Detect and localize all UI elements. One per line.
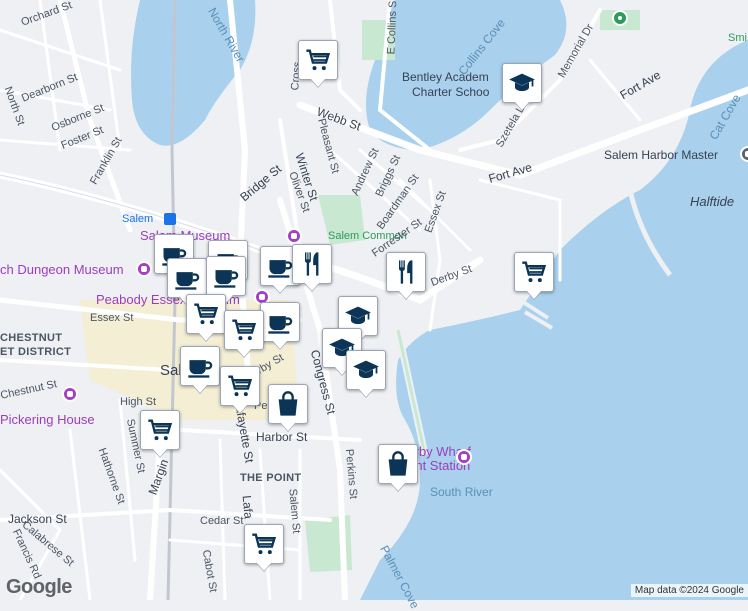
chestnut-district-label-2: ET DISTRICT — [0, 346, 72, 358]
pin-cafe[interactable] — [260, 302, 300, 342]
fork-knife-icon — [392, 258, 420, 286]
halftide-label: Halftide — [690, 194, 735, 209]
bentley-label-2: Charter Schoo — [412, 85, 490, 99]
pin-grocery[interactable] — [514, 252, 554, 292]
pin-cafe[interactable] — [206, 256, 246, 296]
graduation-cap-icon — [344, 302, 372, 330]
shopping-cart-icon — [192, 300, 220, 328]
pin-grocery[interactable] — [220, 366, 260, 406]
pin-cafe[interactable] — [180, 346, 220, 386]
coffee-cup-icon — [173, 264, 201, 292]
pin-shopping[interactable] — [378, 444, 418, 484]
shopping-cart-icon — [146, 416, 174, 444]
pin-shopping[interactable] — [268, 384, 308, 424]
museum-marker-icon[interactable] — [136, 261, 152, 277]
street-lafa: Lafa — [239, 494, 256, 520]
the-point-label: THE POINT — [240, 472, 302, 484]
salem-station-label: Salem — [122, 213, 154, 225]
pin-grocery[interactable] — [244, 524, 284, 564]
pin-restaurant[interactable] — [386, 252, 426, 292]
coffee-cup-icon — [266, 252, 294, 280]
pin-cafe[interactable] — [167, 258, 207, 298]
fork-knife-icon — [298, 250, 326, 278]
google-logo: Google — [6, 576, 72, 598]
street-high: High St — [120, 396, 157, 408]
shopping-cart-icon — [230, 316, 258, 344]
street-essex-west: Essex St — [90, 312, 134, 324]
shopping-cart-icon — [520, 258, 548, 286]
smi-label: Smi — [728, 32, 747, 44]
museum-marker-icon[interactable] — [456, 449, 472, 465]
pin-grocery[interactable] — [298, 40, 338, 80]
pin-grocery[interactable] — [140, 410, 180, 450]
museum-marker-icon[interactable] — [62, 386, 78, 402]
south-river-label: South River — [430, 485, 493, 499]
shopping-cart-icon — [250, 530, 278, 558]
harbor-master-label: Salem Harbor Master — [604, 148, 719, 162]
pin-restaurant[interactable] — [292, 244, 332, 284]
chestnut-district-label-1: CHESTNUT — [0, 332, 63, 344]
pin-grocery[interactable] — [186, 294, 226, 334]
coffee-cup-icon — [266, 308, 294, 336]
graduation-cap-icon — [352, 356, 380, 384]
pin-school[interactable] — [502, 63, 542, 103]
shopping-cart-icon — [304, 46, 332, 74]
street-e-collins: E Collins St — [385, 0, 400, 55]
coffee-cup-icon — [186, 352, 214, 380]
pin-grocery[interactable] — [224, 310, 264, 350]
street-jackson: Jackson St — [8, 512, 67, 526]
dungeon-museum-label: ch Dungeon Museum — [0, 262, 124, 277]
museum-marker-icon[interactable] — [286, 228, 302, 244]
coffee-cup-icon — [212, 262, 240, 290]
park-marker-icon[interactable] — [612, 10, 628, 26]
graduation-cap-icon — [508, 69, 536, 97]
street-cedar: Cedar St — [200, 515, 244, 527]
street-harbor: Harbor St — [256, 430, 308, 444]
pin-school[interactable] — [346, 350, 386, 390]
bentley-label-1: Bentley Academ — [402, 70, 489, 84]
pickering-house-label: Pickering House — [0, 412, 95, 427]
shopping-bag-icon — [384, 450, 412, 478]
map-attribution: Map data ©2024 Google — [630, 584, 748, 597]
train-station-icon[interactable] — [164, 213, 176, 225]
shopping-cart-icon — [226, 372, 254, 400]
shopping-bag-icon — [274, 390, 302, 418]
